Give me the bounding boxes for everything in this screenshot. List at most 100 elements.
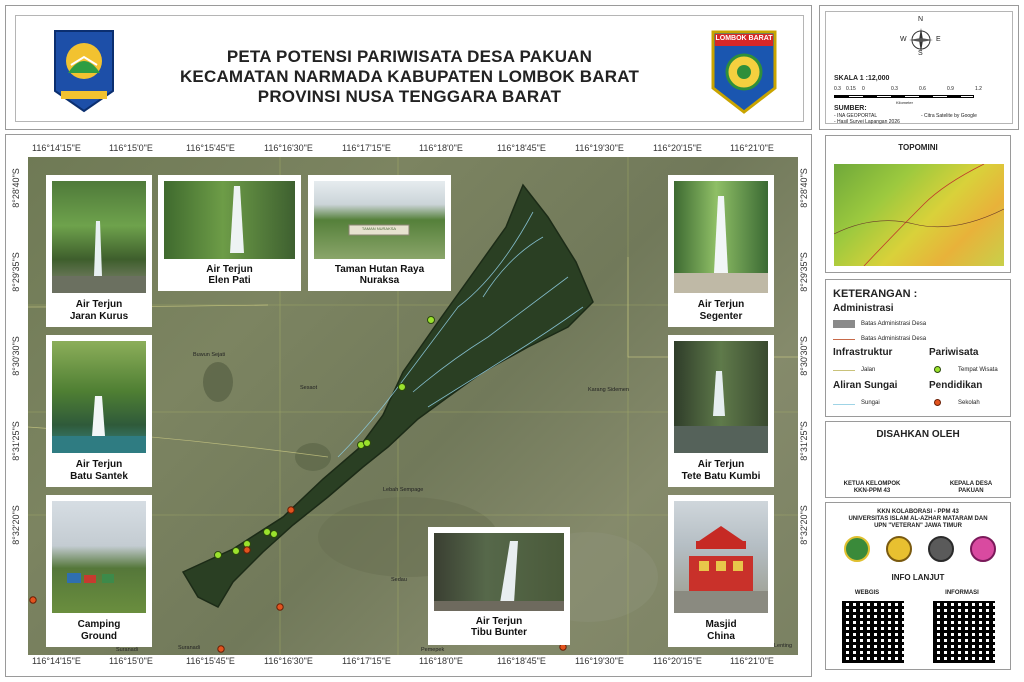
topomini-map[interactable]: [833, 163, 1005, 267]
lat-label-right-1: 8°29'35"S: [799, 252, 809, 292]
place-buwun-sejati: Buwun Sejati: [193, 352, 226, 358]
info-label: INFORMASI: [945, 590, 979, 596]
legend-river-swatch: [833, 404, 855, 405]
lon-label-top-0: 116°14'15"E: [32, 143, 81, 153]
caption-elen-pati-1: Air Terjun: [206, 264, 253, 275]
caption-batu-santek-1: Air Terjun: [75, 459, 123, 470]
source-item-2: - Citra Satelite by Google: [921, 113, 977, 119]
webgis-qr-code[interactable]: [842, 601, 904, 663]
lat-label-right-0: 8°28'40"S: [799, 168, 809, 208]
lon-label-top-7: 116°19'30"E: [575, 143, 624, 153]
scale-tick-6: 1.2: [975, 86, 982, 92]
approval-left-2: KKN-PPM 43: [853, 488, 891, 494]
legend-admin-line-swatch: [833, 339, 855, 340]
info-org-1: KKN KOLABORASI - PPM 43: [877, 509, 959, 515]
north-arrow: N S W E: [900, 16, 941, 58]
place-sesaot: Sesaot: [300, 385, 318, 391]
lat-label-left-0: 8°28'40"S: [11, 168, 21, 208]
photo-air-terjun-jaran-kurus[interactable]: Air Terjun Jaran Kurus: [46, 175, 152, 327]
map-panel: 116°14'15"E 116°15'0"E 116°15'45"E 116°16'3…: [5, 134, 812, 677]
place-pemepek: Pemepek: [421, 647, 445, 653]
place-lebah-sempage: Lebah Sempage: [383, 487, 424, 493]
caption-jaran-kurus-2: Jaran Kurus: [69, 311, 129, 322]
lon-label-bottom-8: 116°20'15"E: [653, 656, 702, 666]
partner-logos: [841, 535, 1001, 563]
caption-tibu-bunter-2: Tibu Bunter: [471, 627, 527, 638]
legend-school-icon: [934, 399, 941, 406]
caption-masjid-china-2: China: [707, 631, 735, 642]
photo-camping-ground[interactable]: Camping Ground: [46, 495, 152, 647]
legend-river-label: Sungai: [861, 400, 880, 406]
satellite-map[interactable]: Buwun Sejati Sesaot Karang Sidemen Lebah…: [28, 157, 798, 655]
caption-segenter-1: Air Terjun: [697, 299, 745, 310]
approval-left-1: KETUA KELOMPOK: [843, 481, 901, 487]
photo-masjid-china[interactable]: Masjid China: [668, 495, 774, 647]
caption-tete-batu-kumbi-1: Air Terjun: [697, 459, 745, 470]
lon-label-bottom-2: 116°15'45"E: [186, 656, 235, 666]
place-sedau: Sedau: [391, 577, 407, 583]
legend-admin-area-swatch: [833, 320, 855, 328]
caption-nuraksa-2: Nuraksa: [359, 275, 400, 286]
place-suranadi-2: Suranadi: [178, 645, 201, 651]
info-more-heading: INFO LANJUT: [891, 573, 945, 582]
legend-school-label: Sekolah: [958, 400, 980, 406]
legend-road-label: Jalan: [861, 367, 876, 373]
lat-label-right-2: 8°30'30"S: [799, 336, 809, 376]
topomini-panel: TOPOMINI: [825, 135, 1011, 273]
scale-tick-5: 0.9: [947, 86, 954, 92]
place-karang-sidemen: Karang Sidemen: [588, 387, 629, 393]
legend-river-heading: Aliran Sungai: [833, 380, 898, 391]
lon-label-bottom-7: 116°19'30"E: [575, 656, 624, 666]
caption-jaran-kurus-1: Air Terjun: [75, 299, 123, 310]
approval-panel: DISAHKAN OLEH KETUA KELOMPOK KKN-PPM 43 …: [825, 421, 1011, 498]
photo-taman-hutan-raya-nuraksa[interactable]: TAMAN NURAKSA Taman Hutan Raya Nuraksa: [308, 175, 451, 291]
photo-air-terjun-elen-pati[interactable]: Air Terjun Elen Pati: [158, 175, 301, 291]
legend-admin-area-label: Batas Administrasi Desa: [861, 321, 927, 327]
photo-air-terjun-tibu-bunter[interactable]: Air Terjun Tibu Bunter: [428, 527, 570, 645]
lat-label-left-4: 8°32'20"S: [11, 505, 21, 545]
lon-label-bottom-4: 116°17'15"E: [342, 656, 391, 666]
lon-label-bottom-0: 116°14'15"E: [32, 656, 81, 666]
legend-tourism-icon: [934, 366, 941, 373]
lat-label-left-3: 8°31'25"S: [11, 421, 21, 461]
approval-right-2: PAKUAN: [958, 488, 984, 494]
scale-bar: [834, 95, 974, 98]
lon-label-top-1: 116°15'0"E: [109, 143, 153, 153]
scale-tick-2: 0: [862, 86, 865, 92]
title-line-3: PROVINSI NUSA TENGGARA BARAT: [257, 87, 562, 106]
legend-road-swatch: [833, 370, 855, 371]
caption-elen-pati-2: Elen Pati: [208, 275, 251, 286]
approval-right-1: KEPALA DESA: [949, 481, 993, 487]
lombok-barat-logo: LOMBOK BARAT: [711, 30, 777, 114]
source-item-3: - Hasil Survei Lapangan 2026: [834, 119, 900, 125]
scale-tick-4: 0.6: [919, 86, 926, 92]
lon-label-top-8: 116°20'15"E: [653, 143, 702, 153]
lon-label-top-4: 116°17'15"E: [342, 143, 391, 153]
photo-air-terjun-tete-batu-kumbi[interactable]: Air Terjun Tete Batu Kumbi: [668, 335, 774, 487]
lat-label-right-3: 8°31'25"S: [799, 421, 809, 461]
scale-tick-labels: 0.3 0.15 0 0.3 0.6 0.9 1.2: [834, 86, 982, 94]
lombok-barat-logo-text: LOMBOK BARAT: [715, 35, 773, 42]
scale-tick-3: 0.3: [891, 86, 898, 92]
legend-title: KETERANGAN :: [833, 288, 918, 300]
west-label: W: [900, 36, 907, 43]
approval-title: DISAHKAN OLEH: [876, 429, 960, 440]
place-lenting: Lenting: [774, 643, 793, 649]
lon-label-top-6: 116°18'45"E: [497, 143, 546, 153]
webgis-label: WEBGIS: [854, 590, 880, 596]
lon-label-top-2: 116°15'45"E: [186, 143, 235, 153]
place-suranadi-1: Suranadi: [116, 647, 139, 653]
photo-air-terjun-batu-santek[interactable]: Air Terjun Batu Santek: [46, 335, 152, 487]
lon-label-bottom-3: 116°16'30"E: [264, 656, 313, 666]
legend-tourism-heading: Pariwisata: [929, 347, 979, 358]
info-qr-code[interactable]: [933, 601, 995, 663]
lon-label-bottom-1: 116°15'0"E: [109, 656, 153, 666]
photo-air-terjun-segenter[interactable]: Air Terjun Segenter: [668, 175, 774, 327]
north-label: N: [918, 16, 924, 23]
scale-panel: N S W E SKALA 1 :12,000 0.3 0.15 0 0.3 0…: [819, 5, 1019, 130]
caption-nuraksa-1: Taman Hutan Raya: [334, 264, 425, 275]
lat-label-left-2: 8°30'30"S: [11, 336, 21, 376]
lon-label-top-5: 116°18'0"E: [419, 143, 463, 153]
title-line-1: PETA POTENSI PARIWISATA DESA PAKUAN: [226, 47, 593, 66]
scale-inner: N S W E SKALA 1 :12,000 0.3 0.15 0 0.3 0…: [825, 11, 1013, 125]
